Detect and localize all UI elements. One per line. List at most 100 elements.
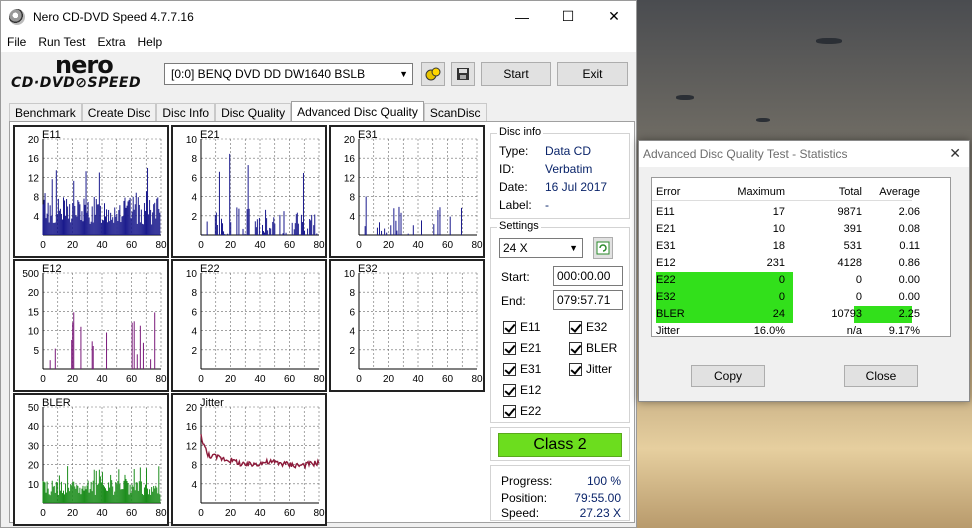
- plot-svg: 201612840 20 40 60 80: [186, 403, 325, 519]
- y-tick-label: 20: [28, 461, 40, 472]
- maximize-button[interactable]: ☐: [545, 1, 591, 32]
- tab-create-disc[interactable]: Create Disc: [81, 103, 157, 122]
- y-tick-label: 2: [191, 346, 197, 357]
- y-tick-label: 16: [28, 154, 40, 165]
- stats-cell-max: 0: [778, 274, 785, 286]
- drive-eject-button[interactable]: [421, 62, 445, 86]
- stats-cell-total: Total: [838, 186, 862, 198]
- plot-grid: 20 16 12 8 4 0 20 40 60 80 E11 10 8 6 4 2 0 20 40 60 80 E21 …: [13, 125, 487, 526]
- stats-cell-total: 391: [843, 223, 862, 235]
- exit-button[interactable]: Exit: [557, 62, 628, 86]
- x-tick-label: 40: [254, 508, 266, 519]
- statistics-dialog: Advanced Disc Quality Test - Statistics …: [638, 140, 970, 402]
- save-button[interactable]: [451, 62, 475, 86]
- floppy-icon: [457, 68, 469, 80]
- tab-disc-info[interactable]: Disc Info: [156, 103, 216, 122]
- y-tick-label: 4: [349, 212, 355, 223]
- plot-title: E31: [358, 129, 378, 141]
- x-tick-label: 0: [198, 508, 204, 519]
- start-button[interactable]: Start: [481, 62, 551, 86]
- divider: [652, 200, 912, 201]
- info-label: Label: -: [499, 198, 549, 212]
- checkbox-e31[interactable]: E31: [503, 362, 541, 376]
- stats-close-icon[interactable]: ✕: [949, 145, 961, 162]
- refresh-speed-button[interactable]: [593, 237, 613, 259]
- stats-cell-total: 0: [855, 291, 862, 303]
- stats-cell-max: 10: [772, 223, 785, 235]
- stats-cell-error: E21: [656, 223, 676, 235]
- x-tick-label: 0: [40, 508, 46, 519]
- drive-select-value: [0:0] BENQ DVD DD DW1640 BSLB: [171, 67, 366, 81]
- position-value: 79:55.00: [574, 491, 621, 505]
- speed-select-value: 24 X: [503, 241, 528, 255]
- checkbox-e22[interactable]: E22: [503, 404, 541, 418]
- tab-scandisc[interactable]: ScanDisc: [423, 103, 487, 122]
- tab-disc-quality[interactable]: Disc Quality: [215, 103, 292, 122]
- checkbox-e12[interactable]: E12: [503, 383, 541, 397]
- menu-extra[interactable]: Extra: [91, 35, 131, 49]
- chevron-down-icon: ▼: [399, 69, 408, 79]
- stats-cell-total: n/a: [846, 325, 862, 337]
- checkbox-label: E31: [520, 362, 542, 376]
- tab-benchmark[interactable]: Benchmark: [9, 103, 82, 122]
- minimize-button[interactable]: —: [499, 1, 545, 32]
- toolbar: nero CD·DVD⊘SPEED [0:0] BENQ DVD DD DW16…: [1, 51, 636, 95]
- stats-cell-max: 17: [772, 206, 785, 218]
- stats-row: E12 231 4128 0.86: [656, 255, 924, 272]
- title-bar: Nero CD-DVD Speed 4.7.7.16 — ☐ ✕: [1, 1, 636, 32]
- checkbox-e21[interactable]: E21: [503, 341, 541, 355]
- stats-cell-error: Error: [656, 186, 681, 198]
- y-tick-label: 4: [349, 327, 355, 338]
- menu-help[interactable]: Help: [132, 35, 169, 49]
- copy-button[interactable]: Copy: [691, 365, 765, 387]
- stats-cell-error: E12: [656, 257, 676, 269]
- start-input[interactable]: 000:00.00: [553, 266, 623, 286]
- progress-label: Progress:: [501, 474, 553, 488]
- disc-swap-icon: [425, 67, 441, 81]
- speed-label: Speed:: [501, 506, 540, 520]
- plot-e11: 20 16 12 8 4 0 20 40 60 80 E11: [13, 125, 169, 258]
- tab-advanced-disc-quality[interactable]: Advanced Disc Quality: [291, 101, 424, 122]
- progress-value: 100 %: [586, 474, 621, 488]
- stats-cell-avg: 0.08: [898, 223, 920, 235]
- end-input[interactable]: 079:57.71: [553, 290, 623, 310]
- drive-select[interactable]: [0:0] BENQ DVD DD DW1640 BSLB ▼: [164, 63, 413, 85]
- stats-close-button[interactable]: Close: [844, 365, 918, 387]
- x-tick-label: 20: [383, 374, 395, 385]
- y-tick-label: 6: [349, 307, 355, 318]
- highlight-cell: [656, 289, 793, 306]
- stats-row: E11 17 9871 2.06: [656, 204, 924, 221]
- checkbox-box: [569, 341, 582, 355]
- checkbox-e11[interactable]: E11: [503, 320, 540, 334]
- y-tick-label: 4: [191, 480, 197, 491]
- info-date-label: Date:: [499, 180, 528, 194]
- menu-run-test[interactable]: Run Test: [32, 35, 91, 49]
- x-tick-label: 40: [96, 374, 108, 385]
- close-button[interactable]: ✕: [591, 1, 637, 32]
- stats-cell-total: 0: [855, 274, 862, 286]
- checkbox-label: E22: [520, 404, 542, 418]
- info-id-value: Verbatim: [545, 162, 593, 176]
- stats-cell-avg: 0.00: [898, 291, 920, 303]
- checkbox-box: [503, 404, 516, 418]
- x-tick-label: 80: [313, 240, 325, 251]
- plot-svg: 1086420 20 40 60 80: [344, 269, 483, 385]
- checkbox-e32[interactable]: E32: [569, 320, 607, 334]
- x-tick-label: 20: [225, 240, 237, 251]
- stats-row: E22 0 0 0.00: [656, 272, 924, 289]
- x-tick-label: 20: [67, 508, 79, 519]
- y-tick-label: 10: [186, 269, 198, 280]
- x-tick-label: 40: [412, 374, 424, 385]
- stats-cell-error: BLER: [656, 308, 685, 320]
- plot-title: BLER: [42, 397, 71, 409]
- stats-cell-total: 10793: [831, 308, 862, 320]
- x-tick-label: 0: [356, 240, 362, 251]
- checkbox-jitter[interactable]: Jitter: [569, 362, 612, 376]
- stats-cell-max: 231: [766, 257, 785, 269]
- plot-svg: 201612840 20 40 60 80: [344, 135, 483, 251]
- speed-select[interactable]: 24 X ▼: [499, 238, 583, 258]
- app-disc-icon: [9, 8, 25, 25]
- stats-cell-avg: 0.11: [899, 240, 920, 252]
- checkbox-bler[interactable]: BLER: [569, 341, 617, 355]
- menu-file[interactable]: File: [1, 35, 32, 49]
